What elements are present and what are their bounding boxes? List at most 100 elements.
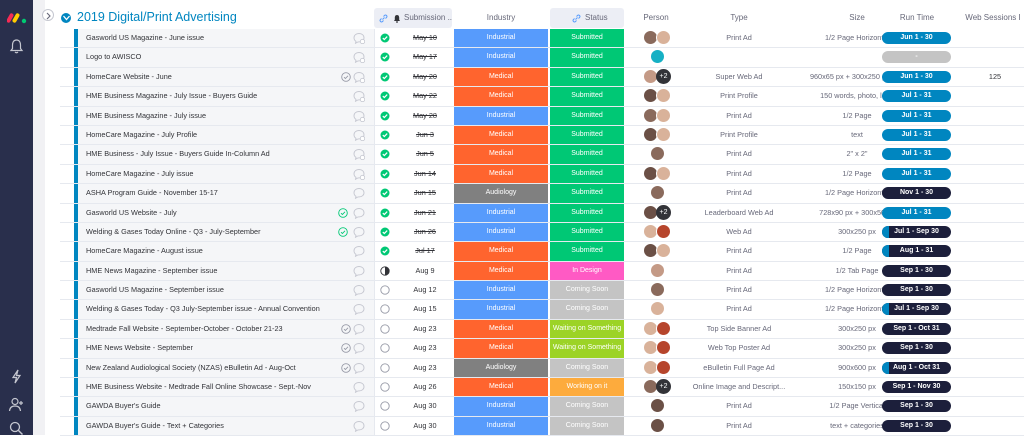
industry-label[interactable]: Industrial [454,300,548,319]
column-header-run-time[interactable]: Run Time [882,8,952,28]
chat-bubble-icon[interactable] [353,362,365,374]
status-label[interactable]: Submitted [550,203,624,222]
table-row[interactable]: Gasworld US Magazine - June issue May 10 I… [60,29,1024,49]
run-time-pill[interactable]: Jul 1 - 31 [882,128,951,141]
empty-circle-icon[interactable] [380,362,390,373]
type-value[interactable]: Print Ad [686,145,792,163]
person-cell[interactable] [628,49,684,66]
item-name[interactable]: HME Business Magazine - July issue [86,107,206,125]
status-label[interactable]: Waiting on Something [550,319,624,339]
table-row[interactable]: HomeCare Website - June May 20 Medical Subm… [60,67,1024,88]
item-name[interactable]: Gasworld US Magazine - June issue [86,29,204,47]
check-circle-filled-icon[interactable] [380,52,390,62]
lightning-icon[interactable] [8,368,25,385]
industry-label[interactable]: Industrial [454,203,548,222]
submission-cell[interactable]: Jun 3 [376,126,452,144]
table-row[interactable]: GAWDA Buyer's Guide - Text + Categories A… [60,416,1024,437]
item-cell[interactable]: Welding & Gases Today - Q3 July-Septembe… [78,300,375,319]
status-label[interactable]: Coming Soon [550,416,624,436]
item-name[interactable]: Gasworld US Website - July [86,204,177,222]
item-name[interactable]: HME Business Website - Medtrade Fall Onl… [86,378,311,396]
table-row[interactable]: Gasworld US Magazine - September issue Au… [60,281,1024,301]
item-cell[interactable]: Medtrade Fall Website - September-Octobe… [78,319,375,339]
person-cell[interactable] [628,320,684,338]
item-cell[interactable]: HomeCare Magazine - August issue [78,242,375,261]
person-cell[interactable] [628,30,684,47]
item-name[interactable]: Welding & Gases Today - Q3 July-Septembe… [86,300,320,318]
empty-circle-icon[interactable] [380,304,390,315]
submission-cell[interactable]: Aug 12 [376,281,452,299]
avatar[interactable] [656,165,671,181]
more-people-badge[interactable]: +2 [656,204,671,220]
status-label[interactable]: Coming Soon [550,358,624,378]
avatar[interactable] [656,30,671,45]
check-circle-icon[interactable] [341,72,351,82]
chat-bubble-icon[interactable] [353,245,365,258]
item-name[interactable]: HomeCare Website - June [86,68,172,86]
type-value[interactable]: Print Ad [686,165,792,183]
industry-label[interactable]: Medical [454,242,548,261]
person-cell[interactable] [628,417,684,435]
table-row[interactable]: Welding & Gases Today - Q3 July-Septembe… [60,300,1024,320]
industry-label[interactable]: Industrial [454,281,548,300]
avatar[interactable] [649,49,665,65]
run-time-pill[interactable]: Sep 1 - 30 [882,419,951,432]
industry-label[interactable]: Industrial [454,106,548,125]
industry-label[interactable]: Audiology [454,358,548,378]
collapse-panel-button[interactable] [42,9,54,21]
person-cell[interactable] [628,359,684,377]
person-cell[interactable] [628,243,684,260]
chat-bubble-icon[interactable] [353,148,365,161]
submission-cell[interactable]: May 20 [376,68,452,86]
chat-bubble-icon[interactable] [353,420,365,432]
person-cell[interactable] [628,282,684,299]
avatar[interactable] [656,126,671,142]
submission-cell[interactable]: Jun 15 [376,184,452,202]
chat-bubble-icon[interactable] [353,284,365,297]
status-label[interactable]: Submitted [550,145,624,164]
bell-icon[interactable] [8,38,25,55]
run-time-pill[interactable]: Jul 1 - 31 [882,167,951,180]
item-cell[interactable]: Logo to AWISCO [78,48,375,67]
industry-label[interactable]: Industrial [454,48,548,67]
item-cell[interactable]: Gasworld US Magazine - September issue [78,281,375,300]
submission-cell[interactable]: May 22 [376,87,452,105]
person-cell[interactable] [628,301,684,318]
run-time-pill[interactable]: Aug 1 - 31 [882,245,951,258]
industry-label[interactable]: Medical [454,261,548,281]
empty-circle-icon[interactable] [380,421,390,431]
industry-label[interactable]: Medical [454,378,548,397]
more-people-badge[interactable]: +2 [656,68,671,84]
status-label[interactable]: Submitted [550,125,624,145]
check-circle-filled-icon[interactable] [380,169,390,179]
person-cell[interactable] [628,88,684,105]
check-circle-filled-icon[interactable] [380,33,390,43]
avatar[interactable] [649,262,665,278]
run-time-pill[interactable]: Jun 1 - 30 [882,70,951,83]
run-time-pill[interactable]: Jul 1 - 31 [882,90,951,103]
submission-cell[interactable]: May 10 [376,29,452,47]
check-circle-filled-icon[interactable] [380,246,390,256]
more-people-badge[interactable]: +2 [656,379,671,395]
run-time-pill[interactable]: Jul 1 - 31 [882,109,951,122]
group-title[interactable]: 2019 Digital/Print Advertising [77,10,237,24]
industry-label[interactable]: Industrial [454,222,548,242]
item-name[interactable]: GAWDA Buyer's Guide [86,397,161,415]
check-circle-icon[interactable] [341,324,351,334]
avatar[interactable] [656,88,671,104]
chat-bubble-icon[interactable] [353,303,365,316]
item-name[interactable]: Logo to AWISCO [86,48,141,66]
check-circle-icon[interactable] [338,207,348,218]
check-circle-filled-icon[interactable] [380,72,390,82]
item-cell[interactable]: HomeCare Magazine - July Profile [78,125,375,145]
run-time-pill[interactable]: Jul 1 - Sep 30 [882,225,951,238]
empty-circle-icon[interactable] [380,401,390,412]
check-circle-filled-icon[interactable] [380,208,390,218]
chat-bubble-icon[interactable] [353,187,365,200]
avatar[interactable] [649,398,665,414]
item-cell[interactable]: HME News Magazine - September issue [78,261,375,281]
run-time-pill[interactable]: Sep 1 - 30 [882,264,951,277]
person-cell[interactable] [628,223,684,241]
type-value[interactable]: Super Web Ad [686,68,792,86]
submission-cell[interactable]: Aug 23 [376,359,452,377]
